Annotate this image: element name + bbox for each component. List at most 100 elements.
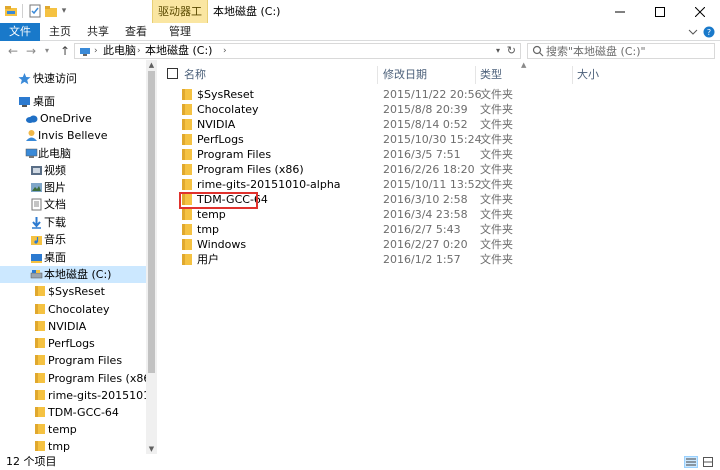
nav-item-tmp[interactable]: tmp xyxy=(0,438,146,454)
file-modified: 2016/3/10 2:58 xyxy=(383,193,468,206)
file-row[interactable]: Program Files (x86) 2016/2/26 18:20 文件夹 xyxy=(179,162,719,177)
refresh-icon[interactable]: ↻ xyxy=(507,44,516,58)
explorer-app-icon[interactable] xyxy=(4,4,18,19)
nav-item-local-disk-c[interactable]: 本地磁盘 (C:) xyxy=(0,266,146,283)
file-row[interactable]: PerfLogs 2015/10/30 15:24 文件夹 xyxy=(179,132,719,147)
large-icons-view-icon[interactable] xyxy=(701,456,715,468)
nav-item-tdm-gcc-64[interactable]: TDM-GCC-64 xyxy=(0,404,146,421)
help-icon[interactable]: ? xyxy=(702,26,716,38)
file-row[interactable]: tmp 2016/2/7 5:43 文件夹 xyxy=(179,222,719,237)
nav-item-desktop-root[interactable]: 桌面 xyxy=(0,93,146,110)
nav-item-label: 下载 xyxy=(44,216,66,229)
nav-item-label: PerfLogs xyxy=(48,337,95,350)
file-type: 文件夹 xyxy=(480,208,513,221)
back-arrow-icon[interactable]: ← xyxy=(6,43,20,58)
properties-icon[interactable] xyxy=(29,4,41,19)
up-arrow-icon[interactable]: ↑ xyxy=(58,43,72,58)
nav-item-music[interactable]: 音乐 xyxy=(0,231,146,248)
column-header-size[interactable]: 大小 xyxy=(577,66,599,84)
nav-item-program-files[interactable]: Program Files xyxy=(0,352,146,369)
file-row[interactable]: NVIDIA 2015/8/14 0:52 文件夹 xyxy=(179,117,719,132)
file-row[interactable]: TDM-GCC-64 2016/3/10 2:58 文件夹 xyxy=(179,192,719,207)
file-type: 文件夹 xyxy=(480,223,513,236)
nav-item-this-pc[interactable]: 此电脑 xyxy=(0,145,146,162)
breadcrumb-this-pc[interactable]: 此电脑 xyxy=(103,44,136,58)
desktop-icon xyxy=(18,95,31,108)
details-view-icon[interactable] xyxy=(684,456,698,468)
file-row[interactable]: Windows 2016/2/27 0:20 文件夹 xyxy=(179,237,719,252)
recent-locations-chevron-icon[interactable]: ▾ xyxy=(42,43,52,58)
nav-item-videos[interactable]: 视频 xyxy=(0,162,146,179)
expand-ribbon-chevron-icon[interactable] xyxy=(686,26,700,38)
file-row[interactable]: temp 2016/3/4 23:58 文件夹 xyxy=(179,207,719,222)
column-divider[interactable] xyxy=(475,66,476,84)
nav-item-sysreset[interactable]: $SysReset xyxy=(0,283,146,300)
breadcrumb-separator-icon[interactable]: › xyxy=(94,44,98,58)
minimize-button[interactable] xyxy=(600,0,640,23)
new-folder-icon[interactable] xyxy=(45,4,57,19)
file-modified: 2015/8/8 20:39 xyxy=(383,103,468,116)
search-icon xyxy=(532,45,544,57)
folder-icon xyxy=(34,440,47,453)
address-history-chevron-icon[interactable]: ▾ xyxy=(496,44,500,58)
nav-item-perflogs[interactable]: PerfLogs xyxy=(0,335,146,352)
close-button[interactable] xyxy=(680,0,720,23)
column-divider[interactable] xyxy=(572,66,573,84)
folder-icon xyxy=(181,89,193,100)
folder-icon xyxy=(181,254,193,265)
nav-item-pictures[interactable]: 图片 xyxy=(0,179,146,196)
column-header-type[interactable]: 类型 xyxy=(480,66,502,84)
nav-item-user-folder[interactable]: Invis Belleve xyxy=(0,127,146,144)
column-header-modified[interactable]: 修改日期 xyxy=(383,66,427,84)
scrollbar-thumb[interactable] xyxy=(148,71,155,373)
tab-home[interactable]: 主页 xyxy=(42,23,78,41)
file-row[interactable]: Chocolatey 2015/8/8 20:39 文件夹 xyxy=(179,102,719,117)
column-header-name[interactable]: 名称 xyxy=(184,66,206,84)
file-name: NVIDIA xyxy=(197,118,236,131)
customize-quick-access-chevron-icon[interactable]: ▾ xyxy=(60,4,68,19)
file-name: PerfLogs xyxy=(197,133,244,146)
file-row[interactable]: rime-gits-20151010-alpha 2015/10/11 13:5… xyxy=(179,177,719,192)
nav-pane-scrollbar[interactable]: ▲ ▼ xyxy=(146,60,157,454)
nav-item-program-files-x86[interactable]: Program Files (x86) xyxy=(0,370,155,387)
nav-item-quick-access[interactable]: 快速访问 xyxy=(0,70,146,87)
file-type: 文件夹 xyxy=(480,253,513,266)
maximize-button[interactable] xyxy=(640,0,680,23)
download-arrow-icon xyxy=(30,216,43,229)
file-modified: 2016/3/4 23:58 xyxy=(383,208,468,221)
tab-file[interactable]: 文件 xyxy=(0,23,40,41)
nav-item-label: Chocolatey xyxy=(48,303,110,316)
search-input[interactable] xyxy=(546,44,711,58)
nav-item-temp[interactable]: temp xyxy=(0,421,146,438)
tab-share[interactable]: 共享 xyxy=(80,23,116,41)
breadcrumb-separator-icon[interactable]: › xyxy=(223,44,227,58)
file-row[interactable]: Program Files 2016/3/5 7:51 文件夹 xyxy=(179,147,719,162)
column-divider[interactable] xyxy=(377,66,378,84)
nav-item-onedrive[interactable]: OneDrive xyxy=(0,110,146,127)
nav-item-label: 文档 xyxy=(44,198,66,211)
nav-item-label: tmp xyxy=(48,440,71,453)
nav-item-nvidia[interactable]: NVIDIA xyxy=(0,318,146,335)
file-row[interactable]: 用户 2016/1/2 1:57 文件夹 xyxy=(179,252,719,267)
nav-item-rime-gits[interactable]: rime-gits-20151010-alpha xyxy=(0,387,146,404)
scroll-up-arrow-icon[interactable]: ▲ xyxy=(146,60,157,70)
breadcrumb-local-disk[interactable]: 本地磁盘 (C:) xyxy=(145,44,212,58)
tab-manage[interactable]: 管理 xyxy=(156,23,204,41)
nav-item-label: 桌面 xyxy=(33,95,55,108)
title-bar: ▾ 驱动器工具 本地磁盘 (C:) xyxy=(0,0,720,41)
folder-icon xyxy=(181,179,193,190)
breadcrumb-separator-icon[interactable]: › xyxy=(137,44,141,58)
nav-item-desktop[interactable]: 桌面 xyxy=(0,249,146,266)
scroll-down-arrow-icon[interactable]: ▼ xyxy=(146,444,157,454)
address-bar[interactable]: › 此电脑 › 本地磁盘 (C:) › ▾ ↻ xyxy=(74,43,521,59)
select-all-checkbox[interactable] xyxy=(167,68,178,79)
sort-caret-icon: ▲ xyxy=(521,61,527,69)
nav-item-documents[interactable]: 文档 xyxy=(0,196,146,213)
cloud-icon xyxy=(25,112,38,125)
nav-item-downloads[interactable]: 下载 xyxy=(0,214,146,231)
nav-item-chocolatey[interactable]: Chocolatey xyxy=(0,301,146,318)
file-row[interactable]: $SysReset 2015/11/22 20:56 文件夹 xyxy=(179,87,719,102)
forward-arrow-icon[interactable]: → xyxy=(24,43,38,58)
tab-view[interactable]: 查看 xyxy=(118,23,154,41)
search-box xyxy=(527,43,715,59)
